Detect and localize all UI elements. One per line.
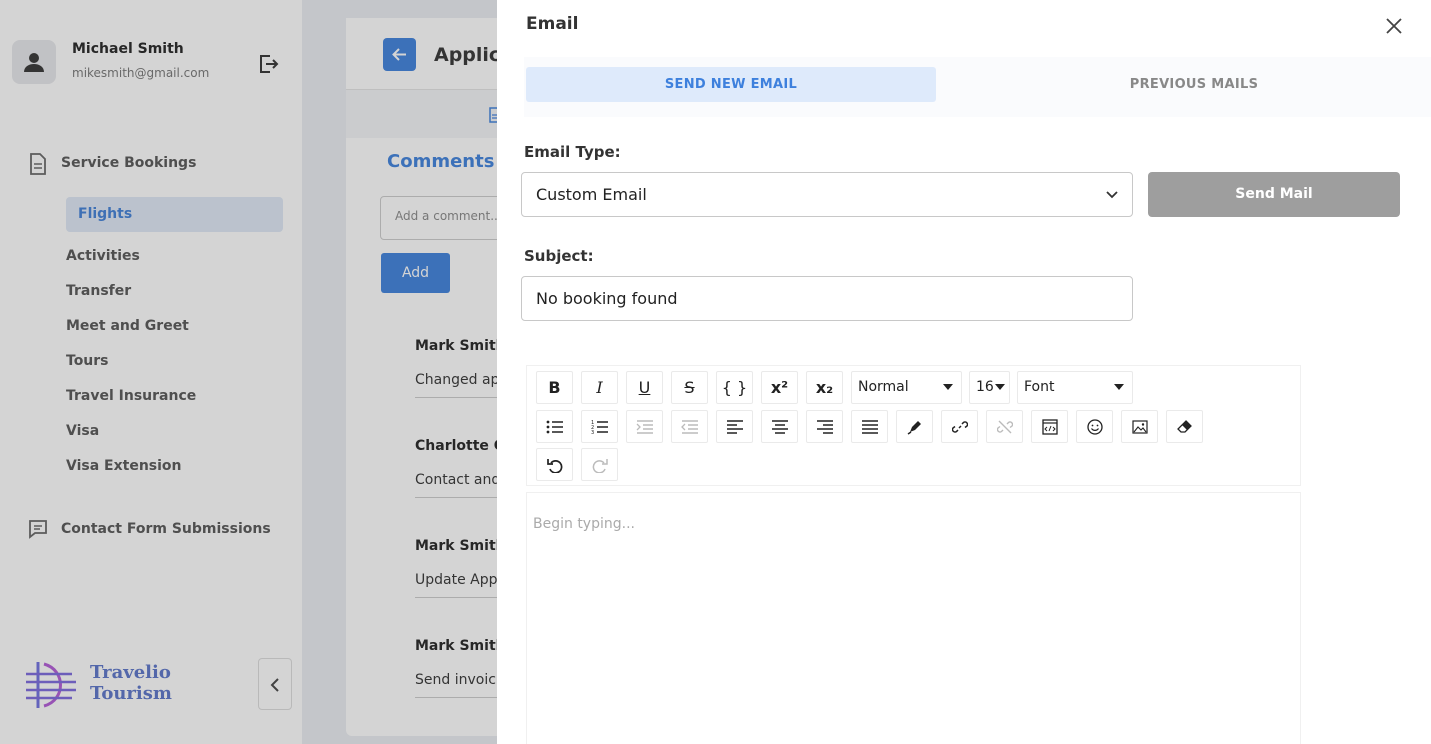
tab-send-new-email[interactable]: SEND NEW EMAIL	[526, 67, 936, 102]
subscript-icon: x₂	[815, 378, 834, 397]
emoji-icon	[1077, 411, 1112, 442]
font-family-value: Font	[1024, 379, 1055, 395]
strikethrough-icon: S	[684, 378, 695, 397]
subject-input[interactable]: No booking found	[521, 276, 1133, 321]
code-icon: { }	[721, 378, 748, 397]
block-format-value: Normal	[858, 379, 909, 395]
underline-icon: U	[638, 378, 651, 397]
font-size-select[interactable]: 16	[969, 371, 1010, 404]
unlink-button[interactable]	[986, 410, 1023, 443]
email-tabs: SEND NEW EMAIL PREVIOUS MAILS	[524, 57, 1431, 117]
undo-icon	[537, 449, 572, 480]
close-icon[interactable]	[1382, 14, 1406, 38]
email-type-label: Email Type:	[524, 143, 621, 161]
italic-button[interactable]: I	[581, 371, 618, 404]
email-type-value: Custom Email	[536, 185, 647, 204]
unordered-list-icon	[537, 411, 572, 442]
redo-button[interactable]	[581, 448, 618, 481]
svg-text:3: 3	[591, 430, 594, 435]
caret-down-icon	[943, 384, 953, 390]
subject-label: Subject:	[524, 247, 594, 265]
redo-icon	[582, 449, 617, 480]
unlink-icon	[987, 411, 1022, 442]
outdent-icon	[672, 411, 707, 442]
bold-icon: B	[548, 378, 561, 397]
drawer-title: Email	[526, 14, 579, 34]
caret-down-icon	[995, 384, 1005, 390]
ordered-list-icon: 123	[582, 411, 617, 442]
align-left-icon	[717, 411, 752, 442]
email-body-editor[interactable]: Begin typing...	[526, 492, 1301, 744]
align-left-button[interactable]	[716, 410, 753, 443]
align-center-button[interactable]	[761, 410, 798, 443]
ordered-list-button[interactable]: 123	[581, 410, 618, 443]
editor-toolbar: B I U S { } x² x₂ Normal 16 Font 123	[526, 365, 1301, 486]
italic-icon: I	[596, 378, 603, 397]
undo-button[interactable]	[536, 448, 573, 481]
eraser-button[interactable]	[1166, 410, 1203, 443]
justify-button[interactable]	[851, 410, 888, 443]
link-icon	[942, 411, 977, 442]
link-button[interactable]	[941, 410, 978, 443]
font-family-select[interactable]: Font	[1017, 371, 1133, 404]
indent-button[interactable]	[626, 410, 663, 443]
align-center-icon	[762, 411, 797, 442]
image-button[interactable]	[1121, 410, 1158, 443]
send-mail-button[interactable]: Send Mail	[1148, 172, 1400, 217]
eraser-icon	[1167, 411, 1202, 442]
subscript-button[interactable]: x₂	[806, 371, 843, 404]
strikethrough-button[interactable]: S	[671, 371, 708, 404]
caret-down-icon	[1114, 384, 1124, 390]
pen-icon	[897, 411, 932, 442]
emoji-button[interactable]	[1076, 410, 1113, 443]
align-right-button[interactable]	[806, 410, 843, 443]
unordered-list-button[interactable]	[536, 410, 573, 443]
font-size-value: 16	[976, 379, 994, 395]
justify-icon	[852, 411, 887, 442]
block-format-select[interactable]: Normal	[851, 371, 962, 404]
align-right-icon	[807, 411, 842, 442]
outdent-button[interactable]	[671, 410, 708, 443]
editor-placeholder: Begin typing...	[533, 516, 635, 532]
email-drawer: Email SEND NEW EMAIL PREVIOUS MAILS Emai…	[497, 0, 1431, 744]
underline-button[interactable]: U	[626, 371, 663, 404]
text-color-button[interactable]	[896, 410, 933, 443]
bold-button[interactable]: B	[536, 371, 573, 404]
tab-previous-mails[interactable]: PREVIOUS MAILS	[989, 67, 1399, 102]
embed-icon	[1032, 411, 1067, 442]
image-icon	[1122, 411, 1157, 442]
chevron-down-icon	[1106, 191, 1118, 199]
superscript-button[interactable]: x²	[761, 371, 798, 404]
embed-button[interactable]	[1031, 410, 1068, 443]
indent-icon	[627, 411, 662, 442]
code-button[interactable]: { }	[716, 371, 753, 404]
email-type-select[interactable]: Custom Email	[521, 172, 1133, 217]
superscript-icon: x²	[770, 378, 789, 397]
